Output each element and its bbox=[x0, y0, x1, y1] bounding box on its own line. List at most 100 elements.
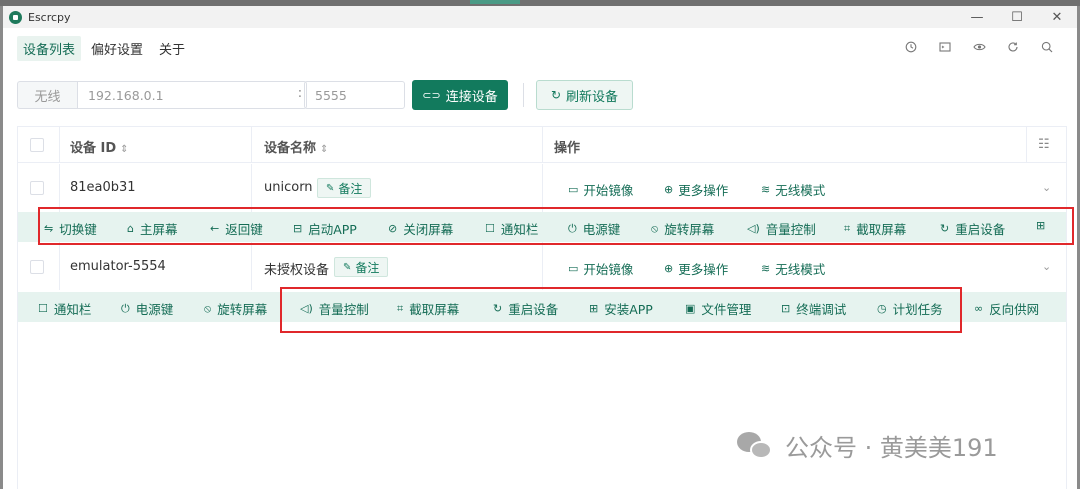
wireless-mode-button[interactable]: ≋ 无线模式 bbox=[761, 180, 825, 199]
action-notification-bar[interactable]: ☐ 通知栏 bbox=[38, 299, 91, 318]
action-switch-key[interactable]: ⇋ 切换键 bbox=[44, 219, 97, 238]
tab-device-list[interactable]: 设备列表 bbox=[17, 36, 82, 61]
action-home-key[interactable]: ⌂ 主屏幕 bbox=[127, 219, 178, 238]
toolbar-divider bbox=[523, 83, 524, 107]
action-power-key[interactable]: ⏻ 电源键 bbox=[121, 299, 173, 318]
header-device-id[interactable]: 设备 ID ⇕ bbox=[70, 137, 129, 156]
app-logo-icon bbox=[9, 10, 22, 24]
action-reboot-device[interactable]: ↻ 重启设备 bbox=[493, 299, 558, 318]
more-actions-button[interactable]: ⊕ 更多操作 bbox=[664, 259, 728, 278]
action-screen-off[interactable]: ⊘ 关闭屏幕 bbox=[388, 219, 453, 238]
action-file-manager[interactable]: ▣ 文件管理 bbox=[685, 299, 751, 318]
column-settings-icon[interactable]: ☷ bbox=[1038, 137, 1050, 152]
crop-icon: ⌗ bbox=[397, 301, 404, 315]
folder-icon: ▣ bbox=[685, 302, 696, 315]
row2-action-strip: ☐ 通知栏 ⏻ 电源键 ⦸ 旋转屏幕 ◁) 音量控制 ⌗ 截取屏幕 ↻ 重启设备 ⊞ 安装AP… bbox=[18, 292, 1066, 322]
notification-icon: ☐ bbox=[38, 302, 48, 315]
clock-icon[interactable] bbox=[894, 38, 928, 56]
action-reboot-device[interactable]: ↻ 重启设备 bbox=[940, 219, 1005, 238]
row-checkbox[interactable] bbox=[30, 181, 44, 195]
restart-icon: ↻ bbox=[493, 302, 503, 315]
device-name: 未授权设备 bbox=[264, 263, 330, 278]
action-rotate-screen[interactable]: ⦸ 旋转屏幕 bbox=[651, 219, 714, 238]
watermark: 公众号 · 黄美美191 bbox=[737, 428, 998, 463]
switch-icon: ⇋ bbox=[44, 222, 54, 235]
refresh-devices-button[interactable]: ↻ 刷新设备 bbox=[536, 80, 633, 110]
arrow-left-icon: ← bbox=[210, 222, 220, 235]
window-frame-left bbox=[0, 6, 3, 489]
row-checkbox[interactable] bbox=[30, 260, 44, 274]
clock-icon: ◷ bbox=[877, 302, 887, 315]
link-icon: ∞ bbox=[974, 302, 984, 315]
wireless-mode-button[interactable]: ≋ 无线模式 bbox=[761, 259, 825, 278]
sort-icon[interactable]: ⇕ bbox=[320, 144, 328, 155]
more-actions-button[interactable]: ⊕ 更多操作 bbox=[664, 180, 728, 199]
row1-action-strip: ⇋ 切换键 ⌂ 主屏幕 ← 返回键 ⊟ 启动APP ⊘ 关闭屏幕 ☐ 通知栏 ⏻ 电源键 ⦸ 旋… bbox=[18, 212, 1066, 242]
action-notification-bar[interactable]: ☐ 通知栏 bbox=[485, 219, 538, 238]
ip-address-input[interactable]: 192.168.0.1 bbox=[77, 81, 307, 109]
action-back-key[interactable]: ← 返回键 bbox=[210, 219, 263, 238]
start-mirror-button[interactable]: ▭ 开始镜像 bbox=[568, 259, 633, 278]
connect-device-label: 连接设备 bbox=[445, 89, 498, 105]
maximize-icon[interactable]: ☐ bbox=[997, 6, 1037, 28]
crop-icon: ⌗ bbox=[844, 221, 851, 235]
action-rotate-screen[interactable]: ⦸ 旋转屏幕 bbox=[204, 299, 267, 318]
eye-icon[interactable] bbox=[962, 38, 996, 56]
action-install-app-icon[interactable]: ⊞ bbox=[1036, 219, 1051, 232]
action-launch-app[interactable]: ⊟ 启动APP bbox=[293, 219, 357, 238]
close-icon[interactable]: ✕ bbox=[1037, 6, 1077, 28]
port-input[interactable]: 5555 bbox=[304, 81, 405, 109]
wifi-icon: ≋ bbox=[761, 262, 771, 275]
app-icon: ⊟ bbox=[293, 222, 303, 235]
connect-device-button[interactable]: ⊂⊃ 连接设备 bbox=[412, 80, 508, 110]
table-row: emulator-5554 未授权设备 ✎ 备注 ▭ 开始镜像 ⊕ 更多操作 ≋ 无线模… bbox=[18, 242, 1066, 290]
screen-off-icon: ⊘ bbox=[388, 222, 398, 235]
minimize-icon[interactable]: — bbox=[957, 6, 997, 28]
note-button[interactable]: ✎ 备注 bbox=[317, 178, 372, 198]
tab-preferences[interactable]: 偏好设置 bbox=[85, 36, 149, 61]
device-id: 81ea0b31 bbox=[70, 180, 136, 195]
window-controls: — ☐ ✕ bbox=[957, 6, 1077, 28]
volume-icon: ◁) bbox=[747, 222, 760, 235]
plus-circle-icon: ⊕ bbox=[664, 262, 674, 275]
tab-about[interactable]: 关于 bbox=[153, 36, 191, 61]
action-power-key[interactable]: ⏻ 电源键 bbox=[568, 219, 620, 238]
action-volume-control[interactable]: ◁) 音量控制 bbox=[300, 299, 369, 318]
chevron-down-icon[interactable]: ⌄ bbox=[1042, 181, 1051, 194]
home-icon: ⌂ bbox=[127, 222, 134, 235]
action-screenshot[interactable]: ⌗ 截取屏幕 bbox=[844, 219, 906, 238]
connection-mode-label: 无线 bbox=[17, 81, 77, 109]
start-mirror-button[interactable]: ▭ 开始镜像 bbox=[568, 180, 633, 199]
header-device-name[interactable]: 设备名称 ⇕ bbox=[264, 137, 328, 156]
monitor-icon: ▭ bbox=[568, 183, 579, 196]
action-screenshot[interactable]: ⌗ 截取屏幕 bbox=[397, 299, 459, 318]
action-volume-control[interactable]: ◁) 音量控制 bbox=[747, 219, 816, 238]
restart-icon: ↻ bbox=[940, 222, 950, 235]
device-name: unicorn bbox=[264, 180, 313, 195]
frame-notch bbox=[470, 0, 520, 4]
edit-icon: ✎ bbox=[326, 182, 335, 194]
install-icon: ⊞ bbox=[1036, 219, 1046, 232]
action-install-app[interactable]: ⊞ 安装APP bbox=[589, 299, 653, 318]
wifi-icon: ≋ bbox=[761, 183, 771, 196]
main-nav: 设备列表 偏好设置 关于 bbox=[17, 36, 195, 61]
terminal-icon: ⊡ bbox=[781, 302, 791, 315]
select-all-checkbox[interactable] bbox=[30, 138, 44, 152]
search-icon[interactable] bbox=[1030, 38, 1064, 56]
rotate-icon: ⦸ bbox=[204, 301, 212, 315]
toolbar-icons bbox=[894, 38, 1064, 56]
action-scheduled-tasks[interactable]: ◷ 计划任务 bbox=[877, 299, 943, 318]
header-actions: 操作 bbox=[554, 141, 581, 156]
note-button[interactable]: ✎ 备注 bbox=[334, 257, 389, 277]
window-title: Escrcpy bbox=[28, 10, 71, 24]
terminal-icon[interactable] bbox=[928, 38, 962, 56]
refresh-icon[interactable] bbox=[996, 38, 1030, 56]
notification-icon: ☐ bbox=[485, 222, 495, 235]
action-terminal-debug[interactable]: ⊡ 终端调试 bbox=[781, 299, 846, 318]
action-reverse-tether[interactable]: ∞ 反向供网 bbox=[974, 299, 1039, 318]
rotate-icon: ⦸ bbox=[651, 221, 659, 235]
chevron-down-icon[interactable]: ⌄ bbox=[1042, 260, 1051, 273]
table-row: 81ea0b31 unicorn ✎ 备注 ▭ 开始镜像 ⊕ 更多操作 ≋ 无线模式 ⌄ bbox=[18, 164, 1066, 212]
refresh-icon: ↻ bbox=[550, 88, 562, 102]
sort-icon[interactable]: ⇕ bbox=[120, 144, 128, 155]
